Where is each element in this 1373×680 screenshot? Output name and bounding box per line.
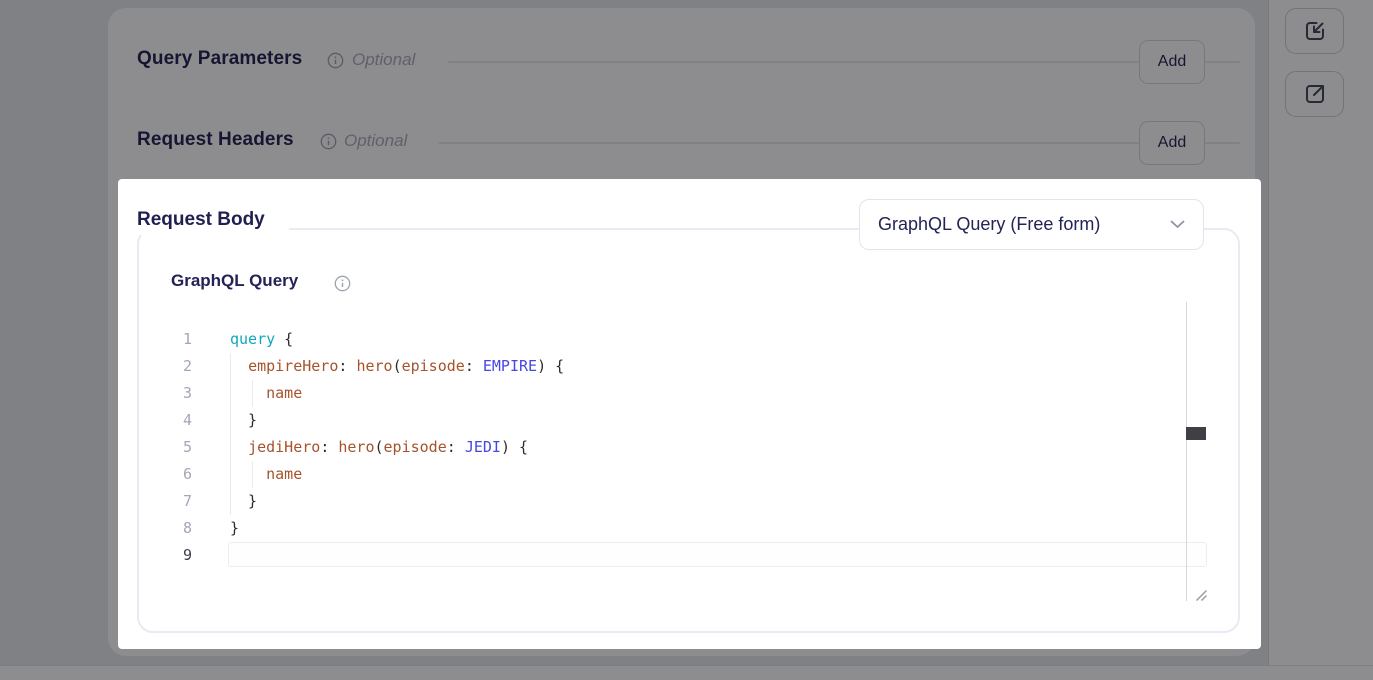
editor-lines: query { empireHero: hero(episode: EMPIRE… <box>230 326 564 569</box>
code-line: empireHero: hero(episode: EMPIRE) { <box>230 353 564 380</box>
body-type-selected-value: GraphQL Query (Free form) <box>878 214 1162 235</box>
chevron-down-icon <box>1170 220 1185 229</box>
info-icon[interactable] <box>334 275 351 292</box>
code-line: name <box>230 461 564 488</box>
line-number: 4 <box>160 407 192 434</box>
line-number: 9 <box>160 542 192 569</box>
code-line: } <box>230 515 564 542</box>
code-line: jediHero: hero(episode: JEDI) { <box>230 434 564 461</box>
textarea-resize-handle[interactable] <box>1195 589 1208 602</box>
line-number: 8 <box>160 515 192 542</box>
graphql-query-label: GraphQL Query <box>171 271 298 291</box>
editor-gutter: 123456789 <box>160 326 192 569</box>
line-number: 6 <box>160 461 192 488</box>
editor-scrollbar-track <box>1186 302 1187 601</box>
body-type-select[interactable]: GraphQL Query (Free form) <box>859 199 1204 250</box>
request-body-section: Request Body GraphQL Query (Free form) G… <box>118 179 1261 649</box>
request-body-label: Request Body <box>137 209 289 235</box>
line-number: 2 <box>160 353 192 380</box>
code-line <box>230 542 564 569</box>
code-line: } <box>230 488 564 515</box>
code-line: } <box>230 407 564 434</box>
line-number: 7 <box>160 488 192 515</box>
app-screen: Query Parameters Optional Add Request He… <box>0 0 1373 680</box>
line-number: 5 <box>160 434 192 461</box>
editor-scrollbar-thumb[interactable] <box>1186 427 1206 440</box>
code-line: name <box>230 380 564 407</box>
code-line: query { <box>230 326 564 353</box>
line-number: 3 <box>160 380 192 407</box>
line-number: 1 <box>160 326 192 353</box>
